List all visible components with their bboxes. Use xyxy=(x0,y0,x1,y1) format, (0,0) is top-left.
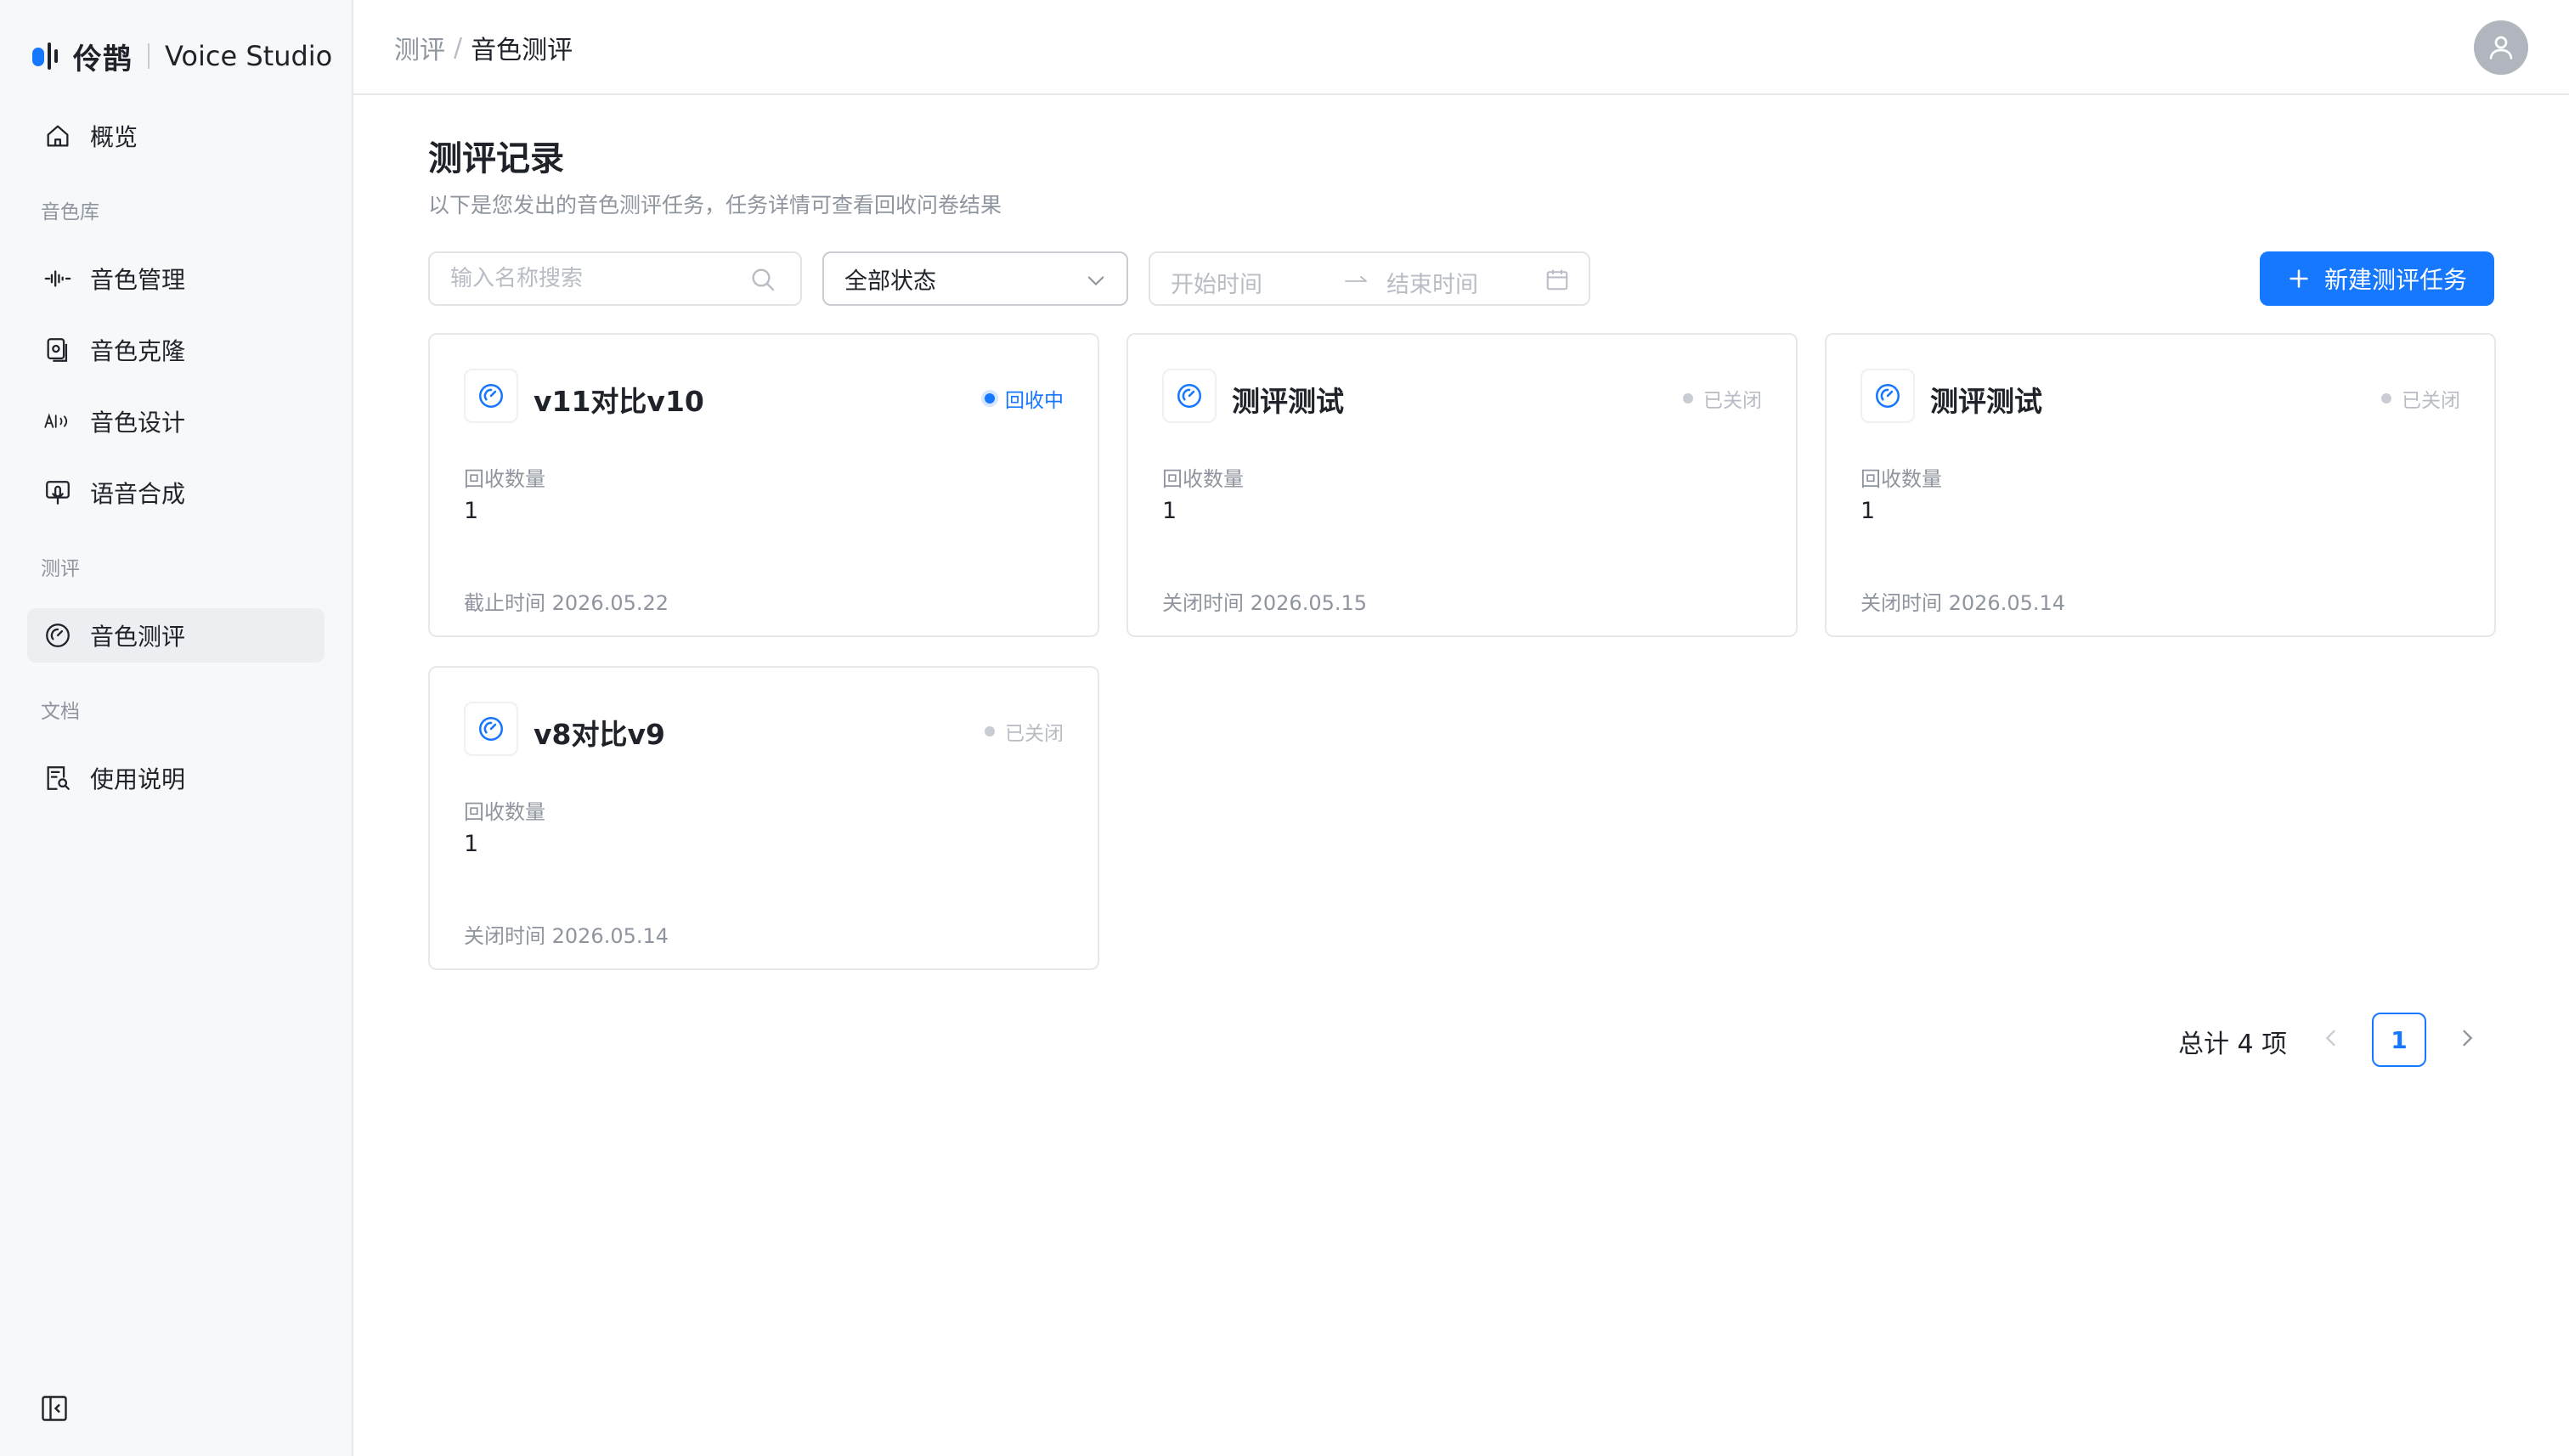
sidebar-item-label: 音色测评 xyxy=(90,623,186,651)
count-label: 回收数量 xyxy=(464,800,545,824)
waveform-icon xyxy=(42,263,73,294)
count-label: 回收数量 xyxy=(1162,467,1244,491)
start-date-input[interactable]: 开始时间 xyxy=(1171,266,1262,299)
home-icon xyxy=(42,121,73,151)
brand-divider xyxy=(148,43,150,69)
brand-name-en: Voice Studio xyxy=(165,40,333,72)
sidebar-group-voice-library: 音色库 xyxy=(41,201,99,223)
pagination-page-1[interactable]: 1 xyxy=(2372,1013,2426,1067)
sidebar-group-evaluation: 测评 xyxy=(41,558,80,580)
breadcrumb-separator: / xyxy=(454,32,463,63)
page-description: 以下是您发出的音色测评任务，任务详情可查看回收问卷结果 xyxy=(428,193,1002,217)
count-label: 回收数量 xyxy=(1860,467,1942,491)
status-select-value: 全部状态 xyxy=(844,268,936,295)
card-time: 关闭时间 2026.05.15 xyxy=(1162,591,1368,615)
pagination-total: 总计 4 项 xyxy=(2178,1030,2288,1059)
sidebar-item-overview[interactable]: 概览 xyxy=(27,109,325,163)
status-dot xyxy=(2381,393,2391,404)
chevron-down-icon xyxy=(1087,276,1104,286)
date-range-picker[interactable]: 开始时间 结束时间 xyxy=(1149,251,1590,306)
plus-icon xyxy=(2290,269,2308,288)
card-time: 截止时间 2026.05.22 xyxy=(464,591,669,615)
sidebar-item-label: 语音合成 xyxy=(90,480,186,508)
status-badge: 已关闭 xyxy=(985,717,1064,746)
page-title: 测评记录 xyxy=(428,139,564,178)
gauge-icon xyxy=(42,620,73,651)
card-time: 关闭时间 2026.05.14 xyxy=(1860,591,2066,615)
sidebar-item-label: 音色设计 xyxy=(90,409,186,437)
new-evaluation-button[interactable]: 新建测评任务 xyxy=(2260,251,2494,306)
count-value: 1 xyxy=(464,831,479,857)
evaluation-card[interactable]: v11对比v10 回收中 回收数量 1 截止时间 2026.05.22 xyxy=(428,333,1099,637)
status-text: 已关闭 xyxy=(1703,390,1762,412)
sidebar-item-label: 使用说明 xyxy=(90,765,186,793)
card-time: 关闭时间 2026.05.14 xyxy=(464,924,669,948)
evaluation-card[interactable]: v8对比v9 已关闭 回收数量 1 关闭时间 2026.05.14 xyxy=(428,666,1099,970)
sidebar-collapse-icon[interactable] xyxy=(39,1393,70,1424)
card-title: v8对比v9 xyxy=(534,718,665,751)
sidebar-item-voice-evaluation[interactable]: 音色测评 xyxy=(27,608,325,663)
status-dot xyxy=(985,726,995,736)
new-evaluation-label: 新建测评任务 xyxy=(2323,266,2467,294)
count-value: 1 xyxy=(1162,498,1177,524)
sidebar-item-speech-synthesis[interactable]: 语音合成 xyxy=(27,466,325,520)
gauge-icon xyxy=(464,369,518,423)
sidebar-item-voice-design[interactable]: 音色设计 xyxy=(27,394,325,449)
sidebar-group-docs: 文档 xyxy=(41,701,80,723)
breadcrumb-current: 音色测评 xyxy=(471,36,573,65)
sidebar: 伶鹊 Voice Studio 概览 音色库 音色管理 音色克隆 音色设计 语音… xyxy=(0,0,353,1456)
sidebar-item-label: 概览 xyxy=(90,123,138,151)
sidebar-item-label: 音色管理 xyxy=(90,266,186,294)
clone-icon xyxy=(42,335,73,365)
doc-search-icon xyxy=(42,763,73,793)
calendar-icon xyxy=(1546,269,1568,291)
gauge-icon xyxy=(1860,369,1915,423)
status-select[interactable]: 全部状态 xyxy=(822,251,1128,306)
evaluation-card[interactable]: 测评测试 已关闭 回收数量 1 关闭时间 2026.05.15 xyxy=(1126,333,1798,637)
logo-icon xyxy=(32,42,58,70)
search-input[interactable] xyxy=(450,253,739,304)
chevron-right-icon[interactable] xyxy=(2455,1026,2479,1050)
brand-logo[interactable]: 伶鹊 Voice Studio xyxy=(29,34,332,78)
status-text: 已关闭 xyxy=(1005,723,1064,745)
sidebar-item-user-guide[interactable]: 使用说明 xyxy=(27,751,325,805)
count-value: 1 xyxy=(464,498,479,524)
app-root: 伶鹊 Voice Studio 概览 音色库 音色管理 音色克隆 音色设计 语音… xyxy=(0,0,2569,1456)
breadcrumb-root[interactable]: 测评 xyxy=(394,29,445,66)
status-dot xyxy=(985,393,995,404)
card-title: 测评测试 xyxy=(1232,385,1344,418)
count-label: 回收数量 xyxy=(464,467,545,491)
search-icon[interactable] xyxy=(749,266,776,293)
card-title: 测评测试 xyxy=(1930,385,2042,418)
status-text: 已关闭 xyxy=(2402,390,2460,412)
arrow-right-icon xyxy=(1345,276,1367,282)
end-date-input[interactable]: 结束时间 xyxy=(1386,266,1478,299)
breadcrumb: 测评 / 音色测评 xyxy=(394,29,573,66)
status-badge: 回收中 xyxy=(985,384,1064,413)
top-header: 测评 / 音色测评 xyxy=(353,0,2569,95)
sidebar-item-voice-clone[interactable]: 音色克隆 xyxy=(27,323,325,377)
status-dot xyxy=(1683,393,1693,404)
status-text: 回收中 xyxy=(1005,390,1064,412)
evaluation-card[interactable]: 测评测试 已关闭 回收数量 1 关闭时间 2026.05.14 xyxy=(1825,333,2496,637)
user-avatar[interactable] xyxy=(2474,20,2528,75)
search-box xyxy=(428,251,802,306)
user-icon xyxy=(2489,36,2513,59)
count-value: 1 xyxy=(1860,498,1876,524)
synthesis-icon xyxy=(42,477,73,508)
gauge-icon xyxy=(1162,369,1217,423)
gauge-icon xyxy=(464,702,518,756)
sidebar-item-label: 音色克隆 xyxy=(90,337,186,365)
brand-name-cn: 伶鹊 xyxy=(73,42,133,76)
chevron-left-icon[interactable] xyxy=(2319,1026,2343,1050)
ai-voice-icon xyxy=(42,406,73,437)
status-badge: 已关闭 xyxy=(1683,384,1762,413)
sidebar-item-voice-management[interactable]: 音色管理 xyxy=(27,251,325,306)
status-badge: 已关闭 xyxy=(2381,384,2460,413)
card-title: v11对比v10 xyxy=(534,385,704,418)
